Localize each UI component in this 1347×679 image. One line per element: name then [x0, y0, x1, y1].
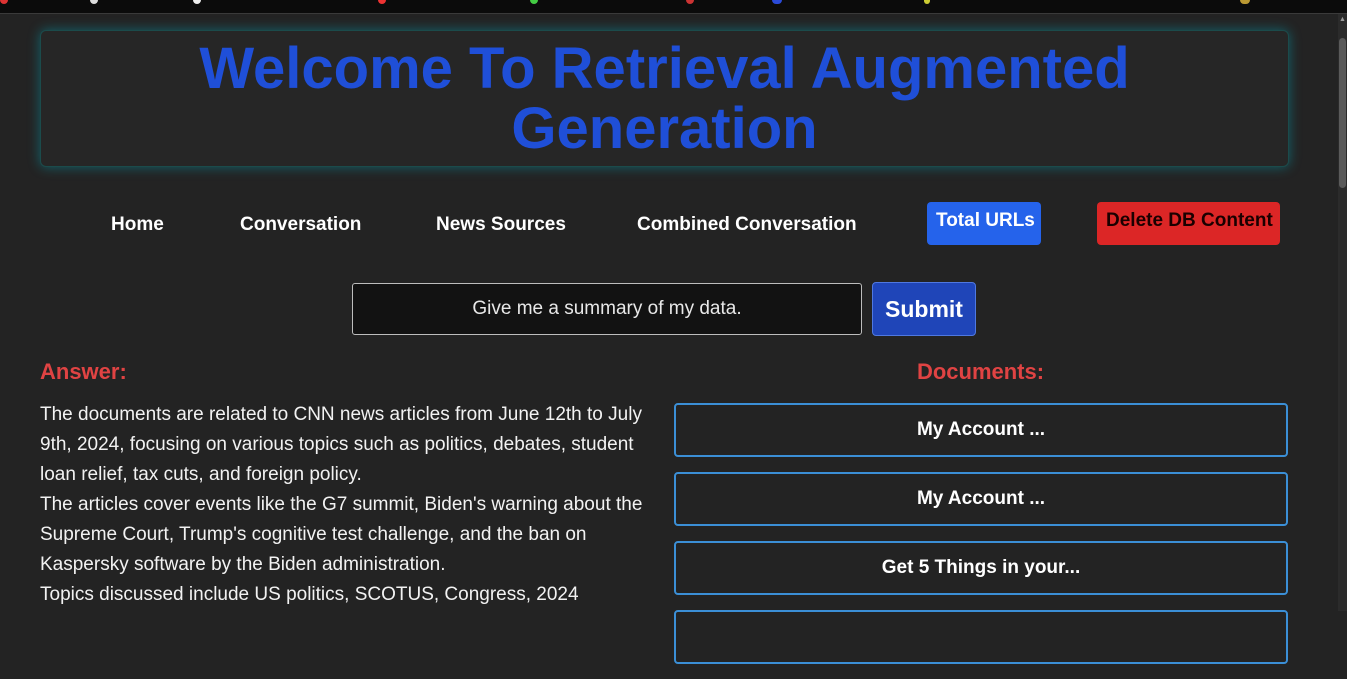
tab-favicon-icon — [772, 0, 782, 4]
document-item[interactable]: Get 5 Things in your... — [674, 541, 1288, 595]
document-item[interactable]: My Account ... — [674, 403, 1288, 457]
main-nav: Home Conversation News Sources Combined … — [0, 200, 1347, 250]
tab-favicon-icon — [378, 0, 386, 4]
answer-paragraph: The documents are related to CNN news ar… — [40, 404, 642, 485]
page-header: Welcome To Retrieval Augmented Generatio… — [40, 30, 1289, 167]
browser-tab-strip — [0, 0, 1347, 14]
tab-favicon-icon — [924, 0, 930, 4]
delete-db-content-button[interactable]: Delete DB Content — [1097, 202, 1280, 245]
nav-conversation-link[interactable]: Conversation — [240, 214, 361, 236]
tab-favicon-icon — [530, 0, 538, 4]
documents-list: My Account ... My Account ... Get 5 Thin… — [674, 403, 1288, 679]
nav-combined-conversation-link[interactable]: Combined Conversation — [637, 214, 857, 236]
scroll-up-arrow-icon[interactable]: ▲ — [1338, 14, 1347, 26]
tab-favicon-icon — [90, 0, 98, 4]
answer-text: The documents are related to CNN news ar… — [40, 400, 660, 610]
answer-heading: Answer: — [40, 359, 127, 384]
total-urls-button[interactable]: Total URLs — [927, 202, 1041, 245]
answer-paragraph: Topics discussed include US politics, SC… — [40, 584, 579, 605]
documents-heading: Documents: — [916, 359, 1045, 384]
query-input[interactable]: Give me a summary of my data. — [352, 283, 862, 335]
nav-home-link[interactable]: Home — [111, 214, 164, 236]
document-item[interactable]: My Account ... — [674, 472, 1288, 526]
tab-favicon-icon — [686, 0, 694, 4]
scrollbar-thumb[interactable] — [1339, 38, 1346, 188]
tab-favicon-icon — [1240, 0, 1250, 4]
page-title: Welcome To Retrieval Augmented Generatio… — [199, 35, 1130, 161]
tab-favicon-icon — [0, 0, 8, 4]
document-item[interactable] — [674, 610, 1288, 664]
submit-button[interactable]: Submit — [872, 282, 976, 336]
page-scrollbar[interactable]: ▲ — [1338, 14, 1347, 611]
nav-news-sources-link[interactable]: News Sources — [436, 214, 566, 236]
answer-paragraph: The articles cover events like the G7 su… — [40, 494, 643, 575]
tab-favicon-icon — [193, 0, 201, 4]
